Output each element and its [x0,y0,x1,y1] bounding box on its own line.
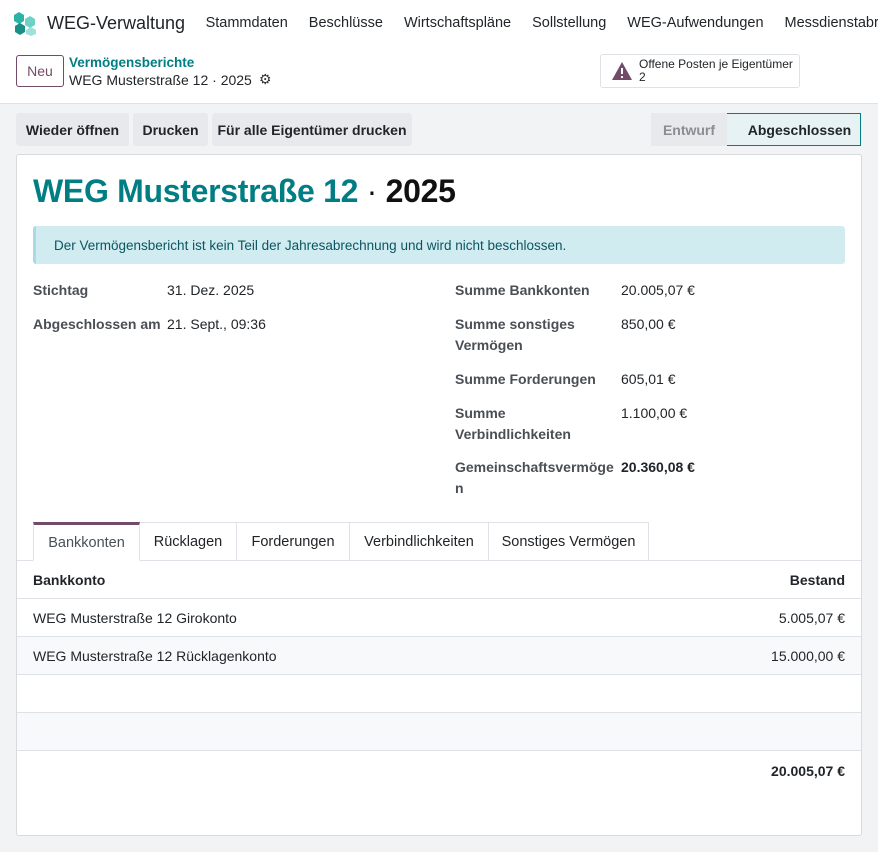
community-assets-label: Gemeinschaftsvermöge n [455,457,614,499]
menu-item-wirtschaftsplaene[interactable]: Wirtschaftspläne [393,15,521,31]
app-logo-icon [14,12,36,36]
row-balance: 15.000,00 € [771,647,845,664]
open-items-count: 2 [639,70,646,84]
tab-bankkonten[interactable]: Bankkonten [33,522,140,561]
status-draft[interactable]: Entwurf [651,113,727,146]
menu-item-weg-aufwendungen[interactable]: WEG-Aufwendungen [617,15,774,31]
warning-icon [612,62,632,80]
sum-other-label-line2: Vermögen [455,337,523,353]
title-separator: · [358,173,386,209]
community-assets-value: 20.360,08 € [621,459,695,475]
breadcrumb-parent-link[interactable]: Vermögensberichte [69,55,194,70]
column-header-account[interactable]: Bankkonto [33,572,105,588]
stichtag-value: 31. Dez. 2025 [167,282,255,298]
brand[interactable]: WEG-Verwaltung [12,10,185,36]
table-header: Bankkonto Bestand [17,561,861,599]
record-name: WEG Musterstraße 12 · 2025 [69,71,252,88]
new-button[interactable]: Neu [16,55,64,87]
community-assets-label-line1: Gemeinschaftsvermöge [455,459,614,475]
sum-bank-label: Summe Bankkonten [455,282,590,298]
sum-claims-value: 605,01 € [621,371,676,387]
title-year: 2025 [385,173,456,209]
bank-accounts-table: Bankkonto Bestand WEG Musterstraße 12 Gi… [17,561,861,791]
print-all-owners-button[interactable]: Für alle Eigentümer drucken [212,113,412,146]
app-name: WEG-Verwaltung [47,12,186,33]
open-items-button[interactable]: Offene Posten je Eigentümer 2 [600,54,800,88]
menu-item-messdienst[interactable]: Messdienstabrechnu [774,15,878,31]
open-items-text: Offene Posten je Eigentümer 2 [639,58,793,84]
empty-row [17,675,861,713]
table-row[interactable]: WEG Musterstraße 12 Girokonto 5.005,07 € [17,599,861,637]
form-sheet: WEG Musterstraße 12 · 2025 Der Vermögens… [16,154,862,836]
row-balance: 5.005,07 € [778,609,845,626]
empty-row [17,713,861,751]
tab-verbindlichkeiten[interactable]: Verbindlichkeiten [350,522,489,561]
sum-liabilities-label: Summe Verbindlichkeiten [455,403,571,445]
sum-bank-value: 20.005,07 € [621,282,695,298]
sum-claims-label: Summe Forderungen [455,371,596,387]
record-title: WEG Musterstraße 12 · 2025 [33,173,456,210]
breadcrumb-current: WEG Musterstraße 12 · 2025 ⚙ [69,71,271,88]
tab-sonstiges-vermoegen[interactable]: Sonstiges Vermögen [489,522,649,561]
menu-item-sollstellung[interactable]: Sollstellung [522,15,617,31]
reopen-button[interactable]: Wieder öffnen [16,113,129,146]
tab-forderungen[interactable]: Forderungen [237,522,350,561]
sum-liabilities-label-line2: Verbindlichkeiten [455,426,571,442]
table-row[interactable]: WEG Musterstraße 12 Rücklagenkonto 15.00… [17,637,861,675]
status-bar: Entwurf Abgeschlossen [651,113,861,146]
closed-at-value: 21. Sept., 09:36 [167,316,266,332]
sum-other-value: 850,00 € [621,316,676,332]
control-panel: Neu Vermögensberichte WEG Musterstraße 1… [0,46,878,104]
stichtag-label: Stichtag [33,282,89,298]
sum-other-label: Summe sonstiges Vermögen [455,314,575,356]
sum-other-label-line1: Summe sonstiges [455,316,575,332]
row-account: WEG Musterstraße 12 Rücklagenkonto [33,647,277,664]
table-footer-total: 20.005,07 € [17,751,861,791]
sum-liabilities-label-line1: Summe [455,405,506,421]
menu-item-beschluesse[interactable]: Beschlüsse [298,15,393,31]
closed-at-label: Abgeschlossen am [33,316,161,332]
open-items-label: Offene Posten je Eigentümer [639,57,793,71]
action-bar: Wieder öffnen Drucken Für alle Eigentüme… [0,104,878,154]
main-menu: Stammdaten Beschlüsse Wirtschaftspläne S… [195,15,878,31]
top-navbar: WEG-Verwaltung Stammdaten Beschlüsse Wir… [0,0,878,46]
tab-ruecklagen[interactable]: Rücklagen [140,522,237,561]
menu-item-stammdaten[interactable]: Stammdaten [195,15,298,31]
column-header-balance[interactable]: Bestand [790,572,845,588]
info-banner: Der Vermögensbericht ist kein Teil der J… [33,226,845,264]
community-assets-label-line2: n [455,480,464,496]
title-property: WEG Musterstraße 12 [33,173,359,209]
sum-liabilities-value: 1.100,00 € [621,405,688,421]
gear-icon[interactable]: ⚙ [259,71,272,88]
row-account: WEG Musterstraße 12 Girokonto [33,609,237,626]
status-done[interactable]: Abgeschlossen [727,113,861,146]
print-button[interactable]: Drucken [133,113,208,146]
notebook-tabs: Bankkonten Rücklagen Forderungen Verbind… [33,522,649,561]
total-balance: 20.005,07 € [771,763,845,779]
